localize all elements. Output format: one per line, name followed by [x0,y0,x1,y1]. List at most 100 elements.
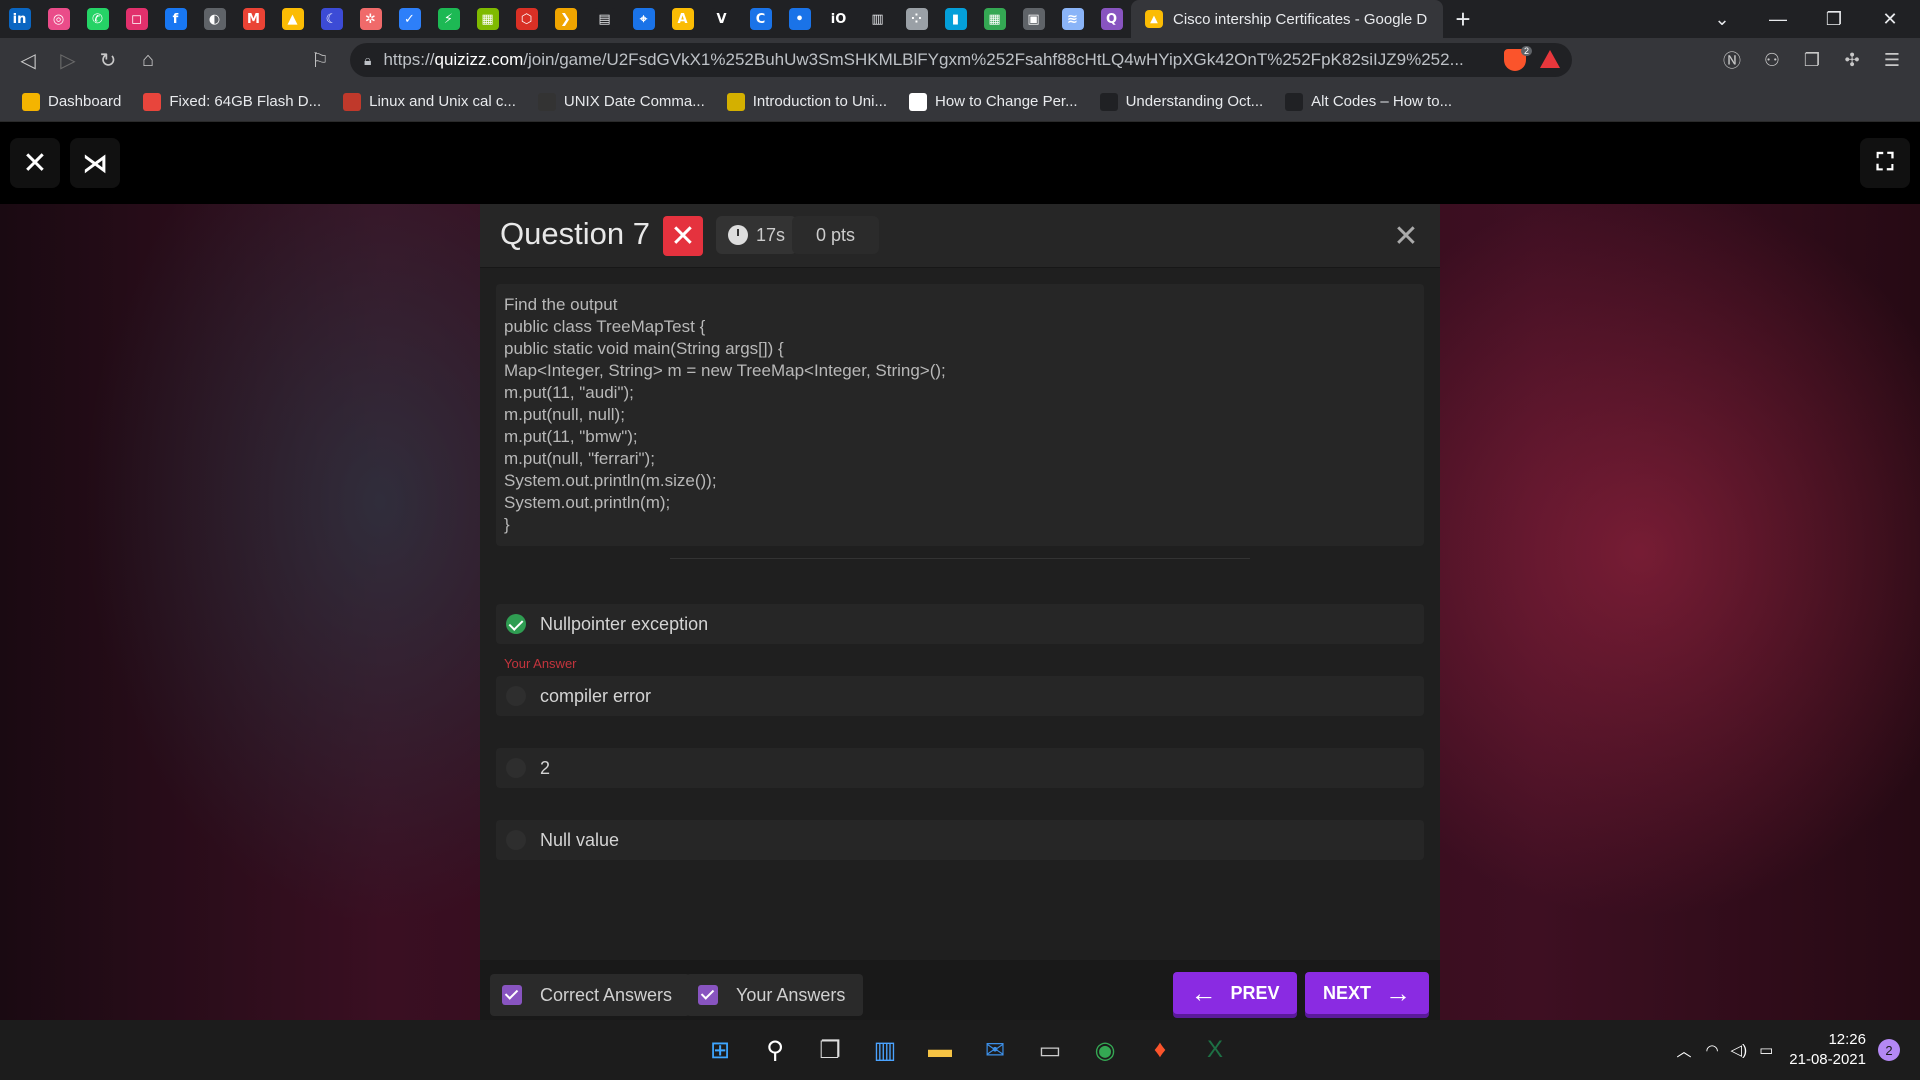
home-button[interactable]: ⌂ [128,38,168,82]
glasses-extension-icon[interactable]: ⚇ [1760,48,1784,72]
pinned-tab[interactable]: V [702,0,741,38]
time-text: 12:26 [1828,1031,1866,1048]
minimize-button[interactable]: — [1750,0,1806,38]
brave-rewards-icon[interactable] [1540,50,1560,68]
pinned-tab[interactable]: ✓ [390,0,429,38]
close-panel-button[interactable]: ✕ [1386,216,1426,256]
pinned-tab[interactable]: A [663,0,702,38]
pinned-tab[interactable]: ⁘ [897,0,936,38]
prev-button[interactable]: ← PREV [1173,972,1297,1014]
pinned-tab[interactable]: in [0,0,39,38]
pinned-tab[interactable]: ▦ [468,0,507,38]
pinned-tab[interactable]: ✆ [78,0,117,38]
forward-button[interactable]: ▷ [48,38,88,82]
bookmark-page-icon[interactable]: ⚐ [300,38,340,82]
active-tab[interactable]: ▲ Cisco intership Certificates - Google D [1131,0,1443,38]
bookmark-item[interactable]: How to Change Per... [909,92,1078,111]
close-window-button[interactable]: ✕ [1862,0,1918,38]
bookmark-item[interactable]: Alt Codes – How to... [1285,92,1452,111]
pinned-tab[interactable]: ◻ [117,0,156,38]
pinned-tab[interactable]: ⌖ [624,0,663,38]
question-line: } [504,515,510,534]
pinned-tab[interactable]: ☾ [312,0,351,38]
tab-search-button[interactable]: ⌄ [1694,0,1750,38]
arrow-left-icon: ← [1190,978,1217,1008]
bookmark-label: UNIX Date Comma... [563,93,705,110]
pinned-tab[interactable]: ▥ [858,0,897,38]
reload-button[interactable]: ↻ [88,38,128,82]
back-button[interactable]: ◁ [8,38,48,82]
bookmark-favicon-icon [343,92,362,111]
chrome-icon[interactable]: ◉ [1085,1030,1125,1070]
mute-music-button[interactable]: ⋊ [70,138,120,188]
maximize-button[interactable]: ❐ [1806,0,1862,38]
pinned-tab[interactable]: M [234,0,273,38]
task-view-icon[interactable]: ❐ [810,1030,850,1070]
facebook-icon: f [164,8,187,30]
system-tray: ︿ ◠ ◁) ▭ 12:26 21-08-2021 2 [1676,1020,1900,1080]
instagram-icon: ◻ [125,8,148,30]
address-bar[interactable]: 🔒︎ https://quizizz.com/join/game/U2FsdGV… [350,43,1572,77]
pinned-tab[interactable]: ▲ [273,0,312,38]
pinned-tab[interactable]: ⬡ [507,0,546,38]
calendar-icon: ▣ [1022,8,1045,30]
search-icon[interactable]: ⚲ [755,1030,795,1070]
dots-icon: ⁘ [905,8,928,30]
question-line: public static void main(String args[]) { [504,339,784,358]
windows-start-icon[interactable]: ⊞ [700,1030,740,1070]
chevron-up-icon[interactable]: ︿ [1676,1040,1691,1061]
pinned-tab[interactable]: C [741,0,780,38]
pinned-tab[interactable]: ▦ [975,0,1014,38]
bookmark-item[interactable]: UNIX Date Comma... [537,92,705,111]
pinned-tab[interactable]: ▤ [585,0,624,38]
mail-icon[interactable]: ✉ [975,1030,1015,1070]
file-explorer-icon[interactable]: ▬ [920,1030,960,1070]
linkedin-icon: in [8,8,31,30]
question-header: Question 7 ✕ 17s 0 pts ✕ [480,204,1440,268]
excel-icon[interactable]: X [1195,1030,1235,1070]
question-line: m.put(null, "ferrari"); [504,449,655,468]
pinned-tab[interactable]: ◐ [195,0,234,38]
pinned-tab[interactable]: • [780,0,819,38]
pinned-tab[interactable]: ▣ [1014,0,1053,38]
wifi-icon[interactable]: ◠ [1705,1041,1718,1059]
new-tab-button[interactable]: + [1443,0,1483,38]
volume-icon[interactable]: ◁) [1731,1041,1748,1059]
points-badge: 0 pts [792,216,880,254]
correct-answers-toggle[interactable]: Correct Answers [490,974,691,1016]
terminal-icon[interactable]: ▭ [1030,1030,1070,1070]
bookmark-item[interactable]: Understanding Oct... [1099,92,1263,111]
bookmark-item[interactable]: Linux and Unix cal c... [343,92,516,111]
menu-icon[interactable]: ☰ [1880,48,1904,72]
bookmark-item[interactable]: Fixed: 64GB Flash D... [143,92,321,111]
answer-option: 2 [496,748,1424,788]
pinned-tab[interactable]: ◎ [39,0,78,38]
time-badge: 17s [716,216,798,254]
copy-extension-icon[interactable]: ❐ [1800,48,1824,72]
pinned-tab[interactable]: f [156,0,195,38]
pinned-tab[interactable]: ✲ [351,0,390,38]
pinned-tab[interactable]: ⚡ [429,0,468,38]
pinned-tab[interactable]: ❯ [546,0,585,38]
brave-icon[interactable]: ♦ [1140,1030,1180,1070]
bookmark-item[interactable]: Dashboard [22,92,121,111]
pinned-tab[interactable]: ≋ [1053,0,1092,38]
clock[interactable]: 12:26 21-08-2021 [1789,1030,1866,1070]
pinned-tab[interactable]: iO [819,0,858,38]
pinned-tab[interactable]: ▮ [936,0,975,38]
question-line: Find the output [504,295,618,314]
bookmark-item[interactable]: Introduction to Uni... [726,92,887,111]
option-text: 2 [540,757,551,778]
notion-extension-icon[interactable]: Ⓝ [1720,48,1744,72]
extensions-icon[interactable]: ✣ [1840,48,1864,72]
battery-icon[interactable]: ▭ [1759,1041,1773,1059]
exit-quiz-button[interactable]: ✕ [10,138,60,188]
fullscreen-button[interactable]: ⛶ [1860,138,1910,188]
notification-badge[interactable]: 2 [1878,1039,1900,1061]
divider [670,558,1250,559]
widgets-icon[interactable]: ▥ [865,1030,905,1070]
clock-icon [728,225,748,245]
pinned-tab[interactable]: Q [1092,0,1131,38]
next-button[interactable]: NEXT → [1305,972,1429,1014]
your-answers-toggle[interactable]: Your Answers [686,974,864,1016]
